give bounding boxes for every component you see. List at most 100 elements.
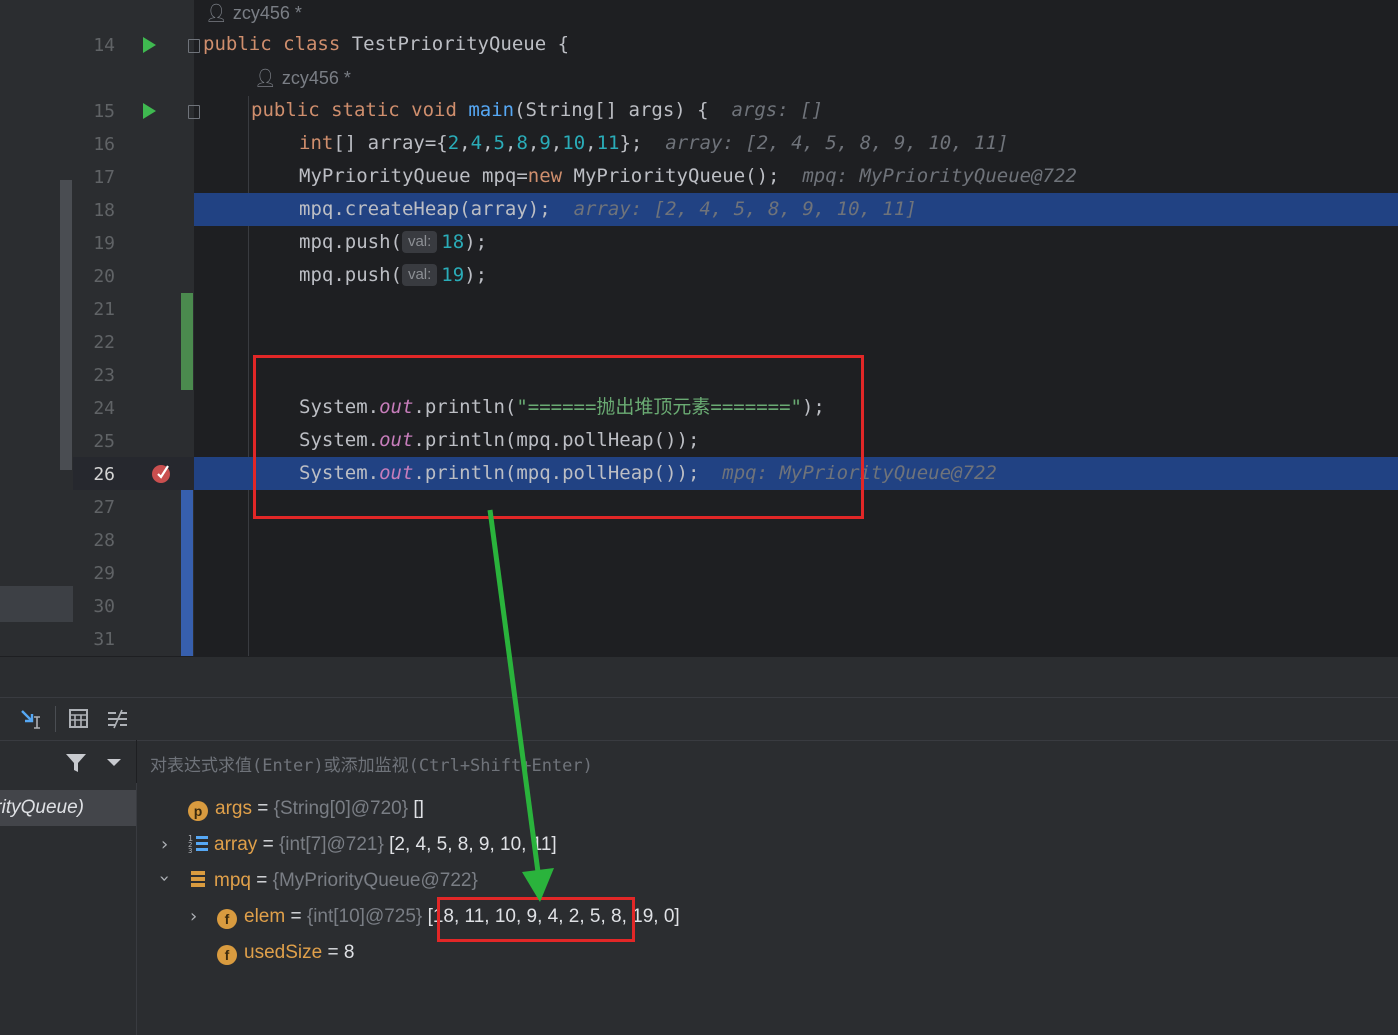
variable-name: elem bbox=[244, 906, 286, 927]
debug-panel-header bbox=[0, 656, 1398, 697]
code-text: mpq.createHeap(array); bbox=[299, 198, 551, 220]
field-icon: f bbox=[217, 909, 237, 929]
line-number: 14 bbox=[93, 35, 115, 56]
parameter-icon: p bbox=[188, 801, 208, 821]
number-literal: 5 bbox=[493, 132, 505, 154]
number-literal: 10 bbox=[562, 132, 586, 154]
author-hint[interactable]: 👤︎ zcy456 * bbox=[254, 66, 351, 90]
variable-value: [] bbox=[413, 798, 424, 819]
parameter-hint: val: bbox=[401, 264, 438, 286]
parameter-hint: val: bbox=[401, 231, 438, 253]
evaluate-expression-icon[interactable] bbox=[69, 709, 89, 729]
code-line-14[interactable]: public class TestPriorityQueue { bbox=[203, 28, 569, 61]
scrollbar-thumb[interactable] bbox=[60, 180, 72, 470]
object-icon bbox=[191, 871, 205, 887]
code-line-18[interactable]: mpq.createHeap(array); array: [2, 4, 5, … bbox=[299, 193, 917, 226]
run-class-icon[interactable] bbox=[143, 37, 156, 53]
code-line-15[interactable]: public static void main(String[] args) {… bbox=[251, 94, 823, 127]
toolbar-divider bbox=[55, 706, 56, 732]
number-literal: 19 bbox=[441, 264, 465, 286]
variable-row-mpq[interactable]: mpq = {MyPriorityQueue@722} bbox=[188, 863, 478, 899]
author-label: zcy456 * bbox=[232, 3, 302, 23]
selected-frame[interactable]: PriorityQueue) bbox=[0, 790, 136, 826]
frames-header bbox=[0, 740, 136, 784]
class-name: TestPriorityQueue { bbox=[351, 33, 570, 55]
line-number: 29 bbox=[93, 563, 115, 584]
inline-debug-value: array: [2, 4, 5, 8, 9, 10, 11] bbox=[665, 132, 1009, 154]
number-literal: 18 bbox=[441, 231, 465, 253]
user-icon: 👤︎ bbox=[205, 3, 228, 23]
variable-type: {int[10]@725} bbox=[306, 906, 423, 927]
variable-name: mpq bbox=[214, 870, 251, 891]
code-text: MyPriorityQueue mpq= bbox=[299, 165, 528, 187]
keyword: public class bbox=[203, 33, 352, 55]
line-number: 19 bbox=[93, 233, 115, 254]
code-line-20[interactable]: mpq.push(val: 19); bbox=[299, 259, 487, 292]
number-literal: 2 bbox=[447, 132, 460, 154]
line-number: 31 bbox=[93, 629, 115, 650]
code-text: ); bbox=[464, 264, 488, 286]
trace-stream-icon[interactable] bbox=[107, 709, 129, 729]
collapse-chevron-icon[interactable]: › bbox=[154, 875, 175, 882]
variable-value: 8 bbox=[343, 942, 355, 963]
keyword: int bbox=[299, 132, 334, 154]
variable-row-usedsize[interactable]: f usedSize = 8 bbox=[217, 935, 354, 971]
expand-chevron-icon[interactable]: › bbox=[161, 834, 168, 855]
annotation-green-arrow bbox=[487, 509, 554, 902]
number-literal: 4 bbox=[470, 132, 483, 154]
code-line-19[interactable]: mpq.push(val: 18); bbox=[299, 226, 487, 259]
variable-name: usedSize bbox=[244, 942, 323, 963]
line-number: 27 bbox=[93, 497, 115, 518]
code-line-16[interactable]: int[] array={2,4,5,8,9,10,11}; array: [2… bbox=[299, 127, 1008, 160]
indent-guide bbox=[248, 96, 249, 656]
line-number: 17 bbox=[93, 167, 115, 188]
expand-chevron-icon[interactable]: › bbox=[190, 906, 197, 927]
line-number: 22 bbox=[93, 332, 115, 353]
variable-type: {int[7]@721} bbox=[278, 834, 384, 855]
variable-name: args bbox=[215, 798, 252, 819]
code-text: MyPriorityQueue(); bbox=[562, 165, 780, 187]
keyword: new bbox=[527, 165, 563, 187]
line-number: 24 bbox=[93, 398, 115, 419]
code-text: [] array={ bbox=[333, 132, 448, 154]
breakpoint-icon[interactable] bbox=[150, 461, 174, 485]
line-number: 18 bbox=[93, 200, 115, 221]
filter-icon[interactable] bbox=[65, 752, 87, 774]
number-literal: 8 bbox=[516, 132, 528, 154]
code-text: ); bbox=[464, 231, 488, 253]
vcs-added-marker[interactable] bbox=[181, 293, 193, 390]
field-icon: f bbox=[217, 945, 237, 965]
line-number-current: 26 bbox=[93, 464, 115, 485]
number-literal: 11 bbox=[596, 132, 620, 154]
evaluate-expression-input[interactable]: 对表达式求值(Enter)或添加监视(Ctrl+Shift+Enter) bbox=[137, 740, 1398, 785]
fold-icon[interactable] bbox=[188, 105, 200, 119]
code-text: }; bbox=[619, 132, 643, 154]
run-main-icon[interactable] bbox=[143, 103, 156, 119]
user-icon: 👤︎ bbox=[254, 68, 277, 88]
variable-row-args[interactable]: p args = {String[0]@720} [] bbox=[188, 791, 424, 827]
run-to-cursor-icon[interactable] bbox=[20, 708, 44, 730]
code-text: mpq.push( bbox=[299, 264, 402, 286]
annotation-red-box-code bbox=[253, 355, 864, 519]
code-text: mpq.push( bbox=[299, 231, 402, 253]
array-icon: 1 2 3 bbox=[188, 834, 208, 855]
fold-icon[interactable] bbox=[188, 39, 200, 53]
keyword: public static void bbox=[251, 99, 469, 121]
line-number: 25 bbox=[93, 431, 115, 452]
number-literal: 9 bbox=[539, 132, 551, 154]
vcs-modified-marker[interactable] bbox=[181, 490, 193, 656]
line-number: 15 bbox=[93, 101, 115, 122]
svg-text:3: 3 bbox=[188, 847, 192, 853]
line-number: 21 bbox=[93, 299, 115, 320]
inline-debug-value: array: [2, 4, 5, 8, 9, 10, 11] bbox=[573, 198, 917, 220]
left-tool-strip bbox=[0, 0, 73, 656]
variable-name: array bbox=[214, 834, 258, 855]
line-number: 20 bbox=[93, 266, 115, 287]
inline-debug-value: mpq: MyPriorityQueue@722 bbox=[802, 165, 1077, 187]
variable-type: {MyPriorityQueue@722} bbox=[272, 870, 478, 891]
author-hint[interactable]: 👤︎ zcy456 * bbox=[205, 1, 302, 25]
line-number: 28 bbox=[93, 530, 115, 551]
frame-label: PriorityQueue) bbox=[0, 797, 84, 818]
code-line-17[interactable]: MyPriorityQueue mpq=new MyPriorityQueue(… bbox=[299, 160, 1077, 193]
chevron-down-icon[interactable] bbox=[106, 758, 122, 768]
